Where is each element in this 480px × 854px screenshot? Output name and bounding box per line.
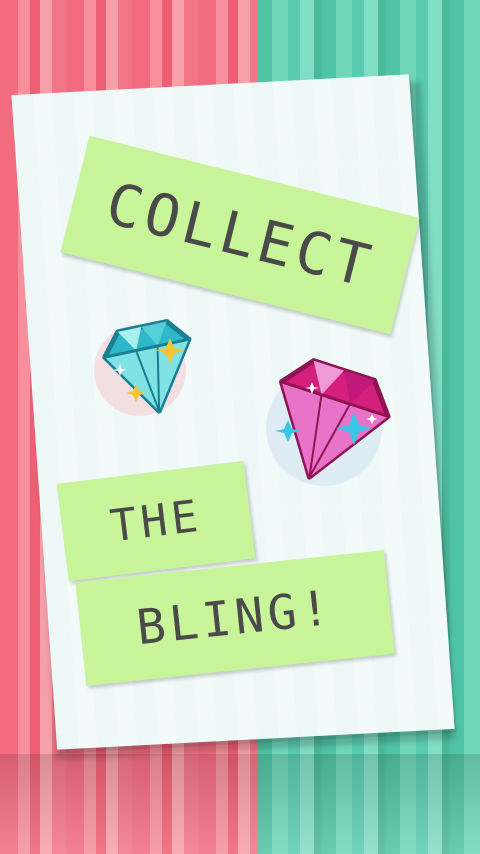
cyan-diamond-icon: [90, 312, 210, 424]
title-word-bling: BLING!: [133, 579, 337, 657]
background-floor: [0, 754, 480, 854]
pink-diamond-icon: [258, 350, 398, 490]
title-word-the: THE: [107, 490, 205, 552]
